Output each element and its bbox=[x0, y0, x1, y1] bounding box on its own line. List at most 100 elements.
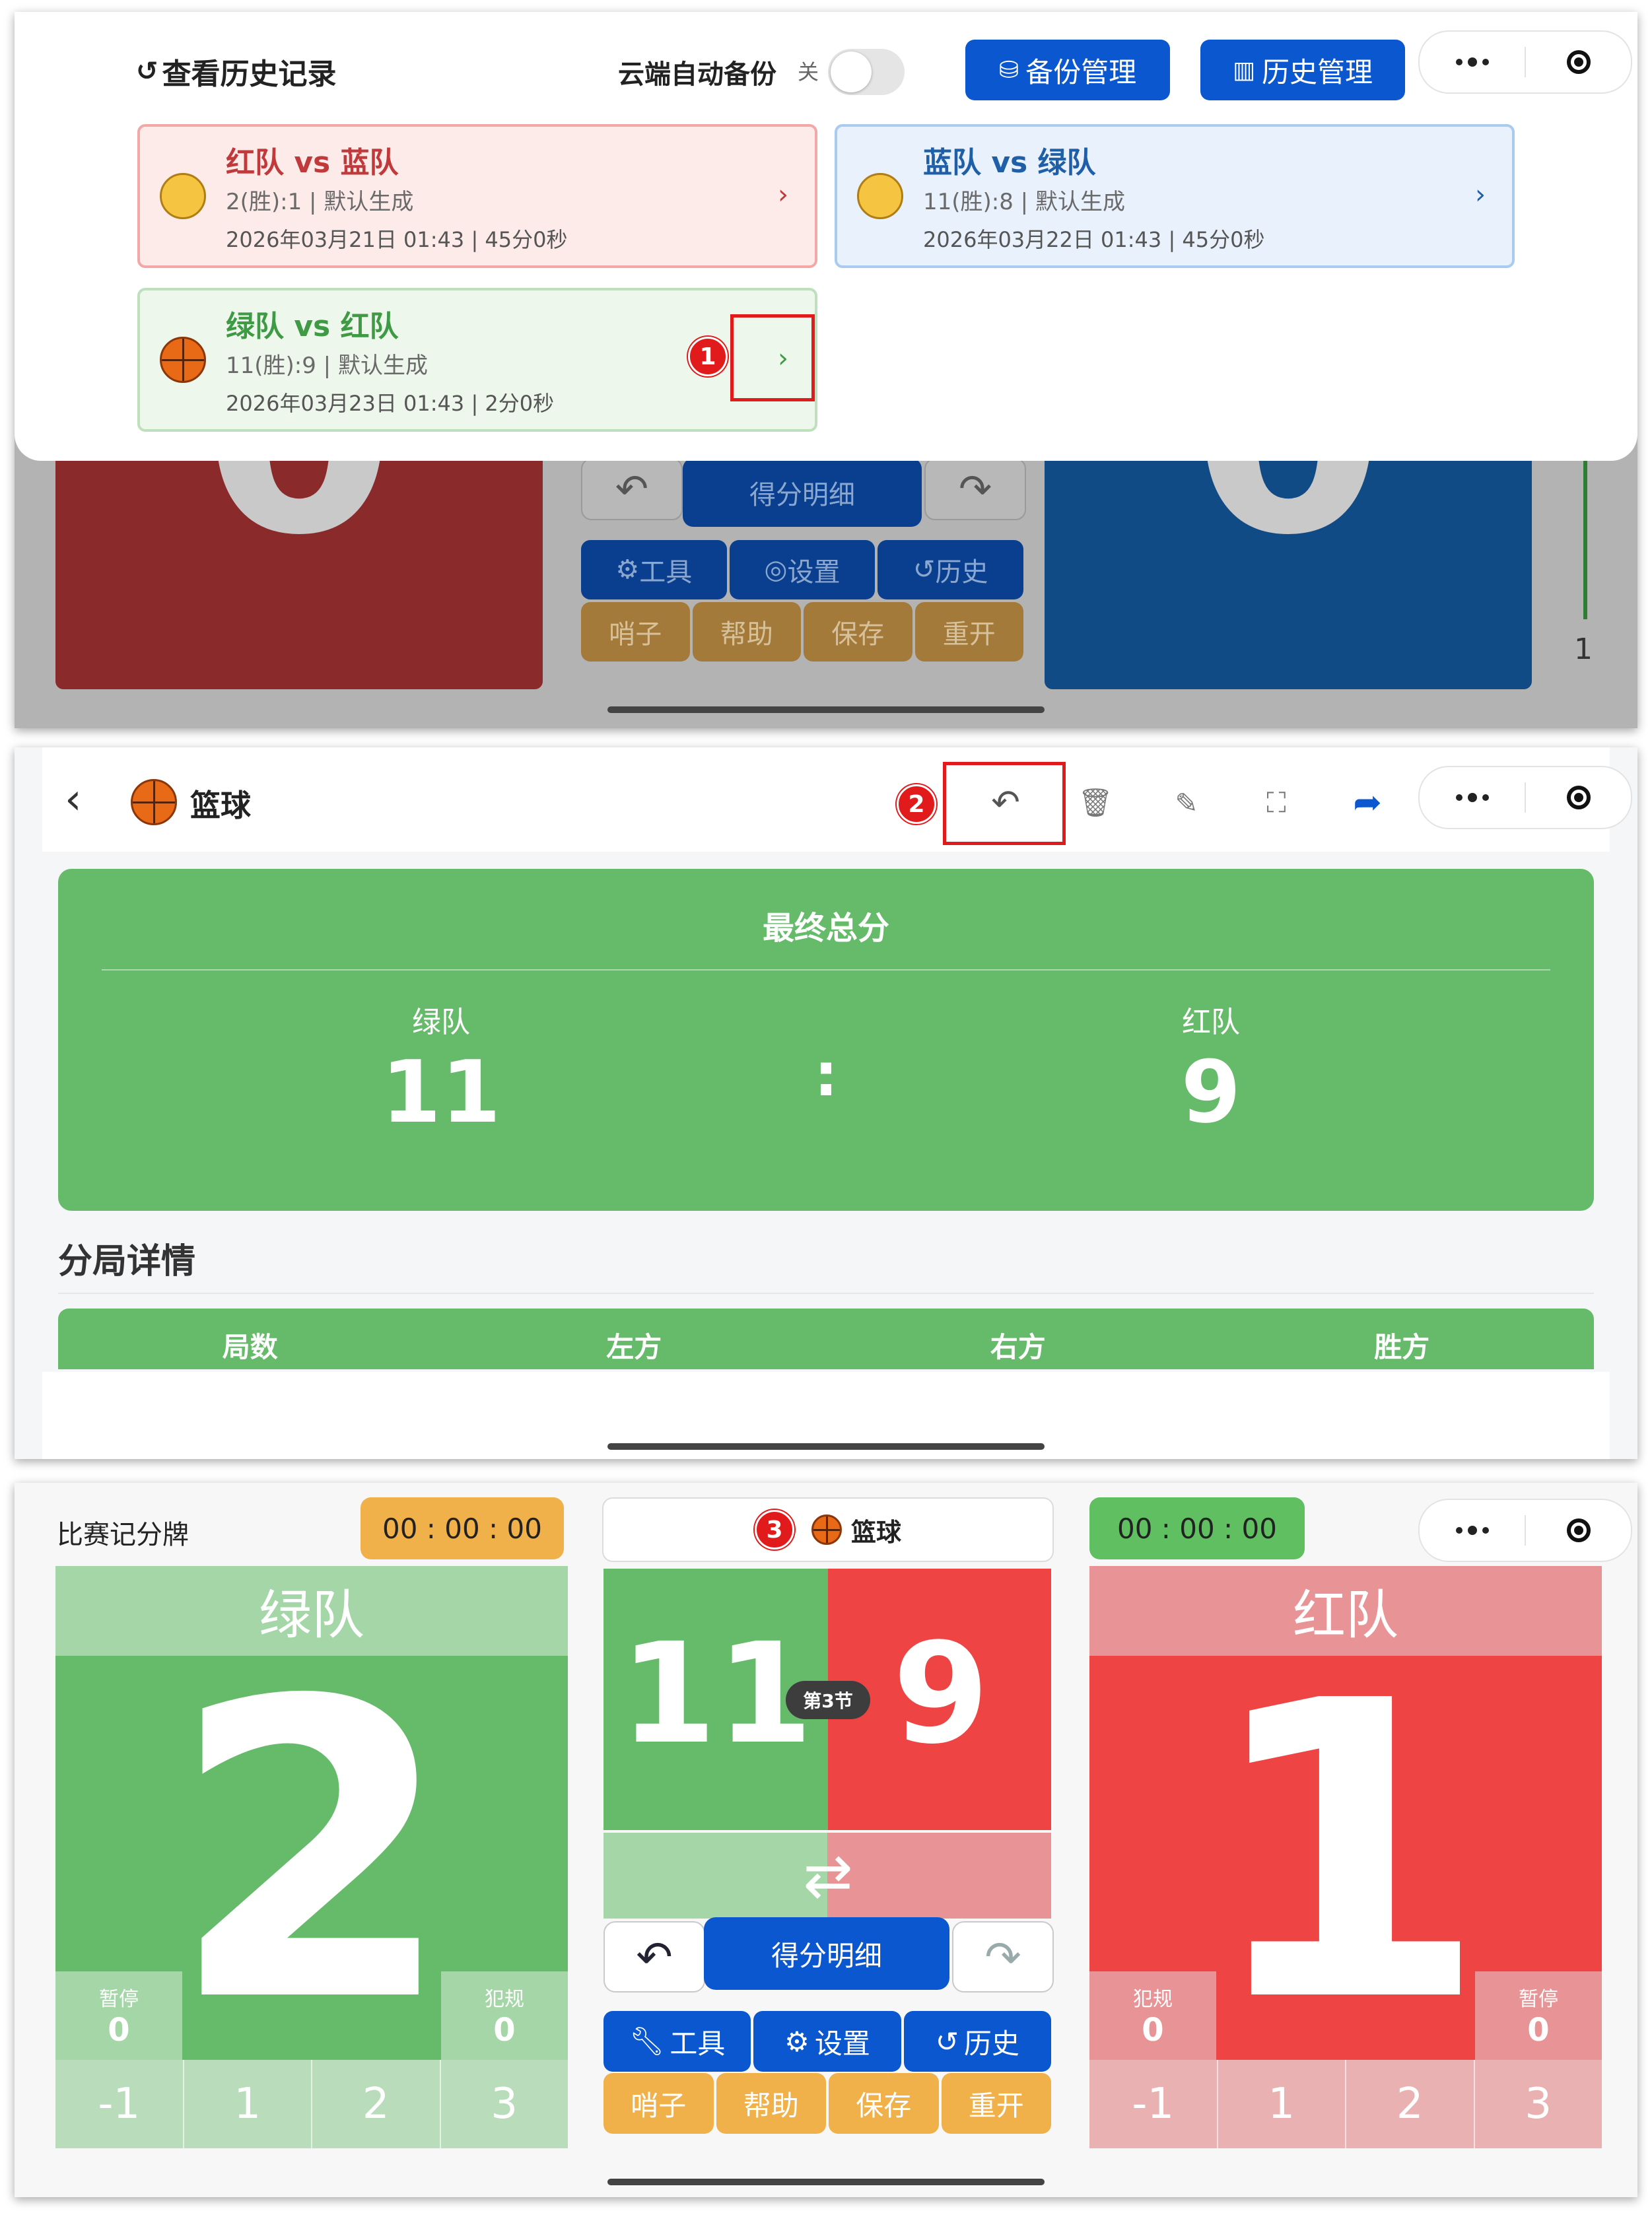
card-title: 红队 vs 蓝队 bbox=[226, 146, 399, 180]
trash-icon[interactable]: 🗑︎ bbox=[1066, 776, 1125, 829]
help-button[interactable]: 帮助 bbox=[716, 2073, 826, 2134]
card-title: 绿队 vs 红队 bbox=[226, 310, 399, 343]
history-panel-screenshot: 0 0 ↶ 得分明细 ↷ ⚙ 工具 ◎ 设置 ↺ 历史 哨子 帮助 保存 重开 … bbox=[15, 12, 1637, 728]
left-team-panel[interactable]: 绿队 2 暂停 0 犯规 0 -1 1 2 3 bbox=[55, 1566, 568, 2148]
period-badge[interactable]: 第3节 bbox=[786, 1681, 870, 1719]
more-icon[interactable] bbox=[1420, 57, 1525, 67]
history-button[interactable]: ↺ 历史 bbox=[903, 2011, 1051, 2072]
bg-redo-button: ↷ bbox=[924, 458, 1026, 520]
restart-button[interactable]: 重开 bbox=[941, 2073, 1051, 2134]
detail-divider bbox=[58, 1293, 1594, 1294]
cloud-backup-toggle[interactable] bbox=[828, 49, 905, 95]
right-team-name: 红队 bbox=[1182, 1005, 1240, 1039]
chevron-right-icon[interactable]: › bbox=[778, 180, 788, 210]
bg-action-row: 哨子 帮助 保存 重开 bbox=[581, 602, 1023, 662]
card-title: 蓝队 vs 绿队 bbox=[923, 146, 1096, 180]
left-timeout-box[interactable]: 暂停 0 bbox=[55, 1971, 182, 2060]
redo-icon: ↷ bbox=[984, 1931, 1021, 1983]
sport-title: 篮球 bbox=[850, 1517, 901, 1547]
smile-emoji-icon bbox=[857, 173, 903, 219]
basketball-icon bbox=[811, 1515, 842, 1545]
bg-history: ↺ 历史 bbox=[878, 540, 1024, 599]
left-timer[interactable]: 00 : 00 : 00 bbox=[361, 1497, 564, 1559]
chevron-right-icon[interactable]: › bbox=[1475, 180, 1486, 210]
app-title: 比赛记分牌 bbox=[57, 1520, 189, 1550]
score-detail-button[interactable]: 得分明细 bbox=[704, 1917, 949, 1990]
table-header-cell: 胜方 bbox=[1374, 1330, 1430, 1363]
history-manage-button[interactable]: ▥ 历史管理 bbox=[1200, 40, 1405, 100]
highlight-box-1 bbox=[730, 314, 815, 401]
right-timeout-box[interactable]: 暂停 0 bbox=[1475, 1971, 1602, 2060]
backup-manage-button[interactable]: ⛁ 备份管理 bbox=[965, 40, 1170, 100]
left-minus-one-button[interactable]: -1 bbox=[55, 2060, 184, 2148]
save-button[interactable]: 保存 bbox=[829, 2073, 939, 2134]
right-minus-one-button[interactable]: -1 bbox=[1089, 2060, 1218, 2148]
drive-icon: ⛁ bbox=[998, 56, 1019, 84]
left-plus-two-button[interactable]: 2 bbox=[312, 2060, 441, 2148]
close-target-icon[interactable] bbox=[1526, 786, 1631, 809]
bg-score-detail: 得分明细 bbox=[683, 458, 922, 527]
left-foul-box[interactable]: 犯规 0 bbox=[441, 1971, 568, 2060]
library-icon: ▥ bbox=[1232, 56, 1255, 84]
more-icon[interactable] bbox=[1420, 793, 1525, 802]
close-target-icon[interactable] bbox=[1526, 1518, 1631, 1542]
center-right-total: 9 bbox=[892, 1612, 990, 1775]
wrench-icon: 🔧︎ bbox=[629, 2025, 665, 2057]
step-marker-2: 2 bbox=[897, 784, 936, 824]
card-datetime: 2026年03月23日 01:43 | 2分0秒 bbox=[226, 391, 555, 416]
card-datetime: 2026年03月21日 01:43 | 45分0秒 bbox=[226, 227, 568, 252]
back-arrow-icon[interactable]: ‹ bbox=[65, 775, 82, 824]
smile-emoji-icon bbox=[160, 173, 206, 219]
undo-icon[interactable]: ↶ bbox=[976, 776, 1035, 829]
basketball-icon bbox=[131, 779, 177, 825]
home-indicator bbox=[607, 2179, 1045, 2185]
miniprogram-capsule bbox=[1418, 30, 1632, 94]
bg-restart: 重开 bbox=[914, 602, 1023, 662]
whistle-button[interactable]: 哨子 bbox=[603, 2073, 714, 2134]
final-score-title: 最终总分 bbox=[762, 910, 889, 947]
right-plus-one-button[interactable]: 1 bbox=[1218, 2060, 1346, 2148]
card-datetime: 2026年03月22日 01:43 | 45分0秒 bbox=[923, 227, 1265, 252]
bg-tool-row: ⚙ 工具 ◎ 设置 ↺ 历史 bbox=[581, 540, 1024, 599]
toggle-state-label: 关 bbox=[798, 59, 819, 85]
tools-button[interactable]: 🔧︎ 工具 bbox=[603, 2011, 751, 2072]
toggle-knob bbox=[831, 51, 872, 92]
close-target-icon[interactable] bbox=[1526, 50, 1631, 74]
cloud-backup-label: 云端自动备份 bbox=[618, 59, 776, 90]
left-plus-three-button[interactable]: 3 bbox=[441, 2060, 568, 2148]
right-team-panel[interactable]: 红队 1 犯规 0 暂停 0 -1 1 2 3 bbox=[1089, 1566, 1602, 2148]
sport-title-bar[interactable]: 3 篮球 bbox=[602, 1497, 1054, 1562]
bg-help: 帮助 bbox=[692, 602, 801, 662]
right-plus-two-button[interactable]: 2 bbox=[1346, 2060, 1475, 2148]
undo-button[interactable]: ↶ bbox=[603, 1921, 705, 1992]
bg-whistle: 哨子 bbox=[581, 602, 690, 662]
redo-button[interactable]: ↷ bbox=[952, 1921, 1054, 1992]
score-separator: : bbox=[814, 1040, 838, 1110]
card-result: 11(胜):8 | 默认生成 bbox=[923, 189, 1125, 215]
table-header-cell: 局数 bbox=[222, 1330, 278, 1363]
right-foul-box[interactable]: 犯规 0 bbox=[1089, 1971, 1216, 2060]
more-icon[interactable] bbox=[1420, 1526, 1525, 1535]
bg-save: 保存 bbox=[804, 602, 912, 662]
right-plus-three-button[interactable]: 3 bbox=[1475, 2060, 1602, 2148]
basketball-icon bbox=[160, 337, 206, 383]
right-adjust-row: -1 1 2 3 bbox=[1089, 2060, 1602, 2148]
bg-right-number: 1 bbox=[1574, 632, 1593, 666]
history-card-blue-green[interactable]: 蓝队 vs 绿队 11(胜):8 | 默认生成 2026年03月22日 01:4… bbox=[835, 124, 1515, 268]
view-history-link[interactable]: ↺ 查看历史记录 bbox=[136, 50, 337, 92]
share-arrow-icon[interactable]: ➦ bbox=[1338, 776, 1397, 829]
swap-icon[interactable]: ⇄ bbox=[786, 1839, 870, 1912]
history-card-red-blue[interactable]: 红队 vs 蓝队 2(胜):1 | 默认生成 2026年03月21日 01:43… bbox=[137, 124, 817, 268]
settings-button[interactable]: ⚙ 设置 bbox=[753, 2011, 901, 2072]
right-timer[interactable]: 00 : 00 : 00 bbox=[1089, 1497, 1305, 1559]
detail-table-header: 局数 左方 右方 胜方 bbox=[58, 1309, 1594, 1369]
edit-pencil-icon[interactable]: ✎ bbox=[1157, 776, 1216, 829]
step-marker-3: 3 bbox=[754, 1510, 794, 1549]
step-marker-1: 1 bbox=[688, 337, 728, 376]
page-title: 篮球 bbox=[190, 788, 251, 823]
left-plus-one-button[interactable]: 1 bbox=[184, 2060, 312, 2148]
tool-row: 🔧︎ 工具 ⚙ 设置 ↺ 历史 bbox=[603, 2011, 1051, 2072]
left-team-name: 绿队 bbox=[412, 1005, 470, 1039]
fullscreen-icon[interactable]: ⛶ bbox=[1247, 776, 1306, 829]
bg-settings: ◎ 设置 bbox=[729, 540, 876, 599]
